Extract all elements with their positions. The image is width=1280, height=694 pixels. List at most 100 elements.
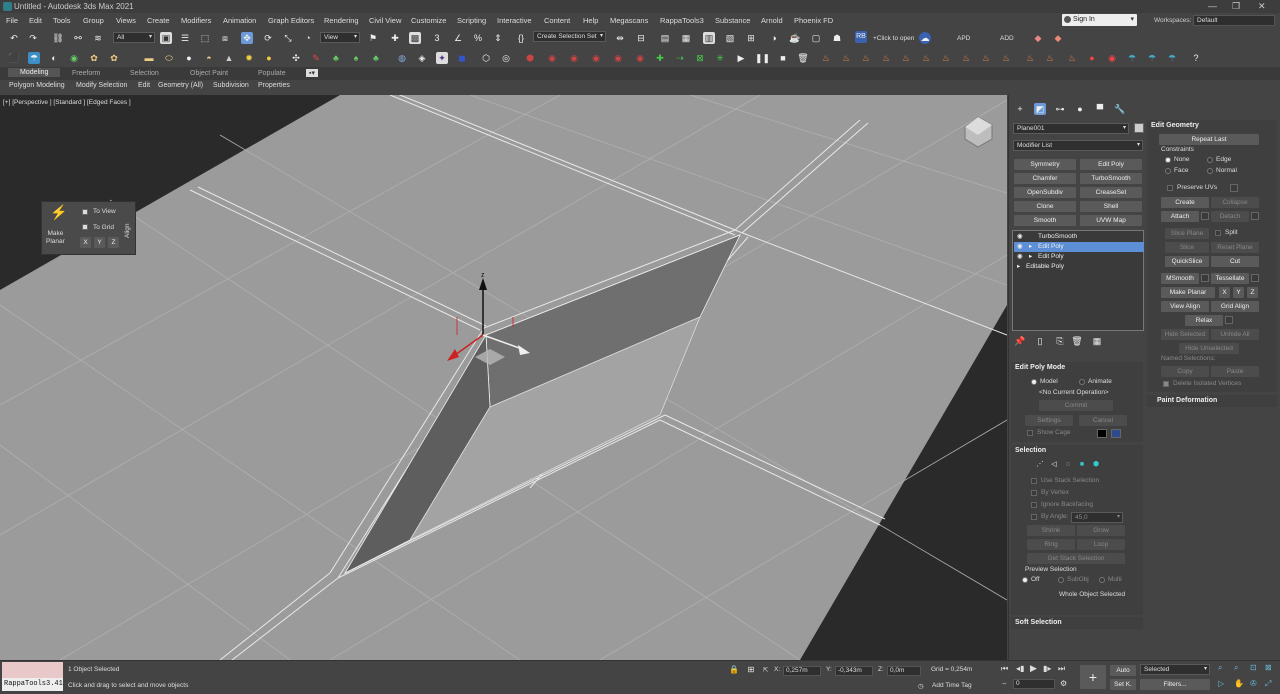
selection-title[interactable]: Selection [1015, 447, 1046, 454]
plugin-b-icon[interactable]: ◆ [1052, 32, 1064, 44]
edit-named-sets-icon[interactable]: {} [515, 32, 527, 44]
layer-explorer-icon[interactable]: ▦ [680, 32, 692, 44]
menu-megascans[interactable]: Megascans [610, 16, 648, 25]
lock-icon[interactable]: 🔒 [728, 664, 740, 676]
select-by-name-icon[interactable]: ☰ [179, 32, 191, 44]
viewport-label[interactable]: [+] [Perspective ] [Standard ] [Edged Fa… [3, 99, 131, 106]
scene-explorer-icon[interactable]: ▤ [659, 32, 671, 44]
edit-poly-button[interactable]: Edit Poly [1080, 159, 1142, 170]
tool-s-icon[interactable]: ◉ [546, 52, 558, 64]
mirror-icon[interactable]: ⇹ [614, 32, 626, 44]
apd-button[interactable]: APD [957, 35, 970, 42]
close-button[interactable]: ✕ [1258, 1, 1266, 12]
tool-h-icon[interactable]: ✎ [310, 52, 322, 64]
quickslice-button[interactable]: QuickSlice [1165, 256, 1209, 267]
tool-aa-icon[interactable]: ✳ [714, 52, 726, 64]
tab-modeling[interactable]: Modeling [8, 68, 61, 77]
maxscript-mini-input[interactable]: RappaTools3.41 [2, 678, 63, 691]
menu-group[interactable]: Group [83, 16, 104, 25]
menu-modifiers[interactable]: Modifiers [181, 16, 211, 25]
create-tab-icon[interactable]: + [1014, 103, 1026, 115]
time-config-icon[interactable]: ⚙ [1060, 679, 1067, 688]
modifier-list-dropdown[interactable]: Modifier List [1013, 140, 1143, 151]
z-coordinate-field[interactable]: 0,0m [887, 666, 921, 676]
bind-spacewarp-icon[interactable]: ≋ [92, 32, 104, 44]
plane-primitive-icon[interactable]: ⬭ [163, 52, 175, 64]
viewport-scene[interactable]: z [0, 95, 1007, 660]
maxscript-listener[interactable] [2, 662, 63, 678]
water-c-icon[interactable]: ☂ [1166, 52, 1178, 64]
model-radio[interactable] [1031, 379, 1037, 385]
angle-spinner[interactable]: 45,0 [1071, 512, 1123, 523]
undo-icon[interactable]: ↶ [8, 32, 20, 44]
tool-z-icon[interactable]: ⊠ [694, 52, 706, 64]
set-key-button[interactable]: + [1080, 665, 1106, 689]
configure-sets-icon[interactable]: ▦ [1091, 335, 1103, 347]
collapse-button[interactable]: Collapse [1211, 197, 1259, 208]
preview-multi-radio[interactable] [1099, 577, 1105, 583]
tool-d-icon[interactable]: ◉ [68, 52, 80, 64]
fire-c-icon[interactable]: ♨ [860, 52, 872, 64]
fire-h-icon[interactable]: ♨ [960, 52, 972, 64]
fire-e-icon[interactable]: ♨ [900, 52, 912, 64]
tool-y-icon[interactable]: ⇢ [674, 52, 686, 64]
grow-button[interactable]: Grow [1077, 525, 1125, 536]
go-to-start-icon[interactable]: ⏮ [1001, 664, 1008, 674]
pause-icon[interactable]: ❚❚ [755, 52, 770, 64]
constraint-normal-radio[interactable] [1207, 168, 1213, 174]
to-view-label[interactable]: To View [93, 208, 116, 215]
menu-animation[interactable]: Animation [223, 16, 256, 25]
remove-modifier-icon[interactable]: 🗑 [1071, 335, 1083, 347]
zoom-extents-all-icon[interactable]: ⊠ [1265, 663, 1272, 672]
planar-z-button[interactable]: Z [1247, 287, 1258, 298]
panel-polygon-modeling[interactable]: Polygon Modeling [9, 82, 65, 89]
workspace-select[interactable]: Default [1193, 15, 1275, 26]
angle-snap-icon[interactable]: ∠ [452, 32, 464, 44]
to-view-icon[interactable] [82, 209, 88, 215]
element-mode-icon[interactable]: ⬢ [1091, 459, 1101, 469]
go-to-end-icon[interactable]: ⏭ [1058, 664, 1065, 674]
attach-button[interactable]: Attach [1161, 211, 1199, 222]
expand-icon[interactable]: ▸ [1029, 242, 1032, 252]
link-icon[interactable]: ⛓ [52, 32, 64, 44]
trash-icon[interactable]: 🗑 [797, 52, 809, 64]
detach-button[interactable]: Detach [1211, 211, 1249, 222]
zoom-icon[interactable]: ⌕ [1218, 663, 1222, 673]
tool-r-icon[interactable]: ⬢ [524, 52, 536, 64]
add-time-tag[interactable]: Add Time Tag [932, 682, 972, 689]
cloud-icon[interactable]: ☁ [919, 32, 931, 44]
tab-freeform[interactable]: Freeform [72, 70, 100, 77]
fire-m-icon[interactable]: ♨ [1066, 52, 1078, 64]
tool-p-icon[interactable]: ⬡ [480, 52, 492, 64]
to-grid-icon[interactable] [82, 224, 88, 230]
panel-modify-selection[interactable]: Modify Selection [76, 82, 127, 89]
transform-mode-icon[interactable]: ⇱ [763, 666, 768, 674]
shell-button[interactable]: Shell [1080, 201, 1142, 212]
view-align-button[interactable]: View Align [1161, 301, 1209, 312]
align-x-button[interactable]: X [80, 237, 91, 248]
border-mode-icon[interactable]: ◌ [1063, 459, 1073, 469]
play-icon[interactable]: ▶ [735, 52, 747, 64]
constraint-face-radio[interactable] [1165, 168, 1171, 174]
pivot-icon[interactable]: ⚑ [367, 32, 379, 44]
repeat-last-button[interactable]: Repeat Last [1159, 134, 1259, 145]
modify-tab-icon[interactable]: ◩ [1034, 103, 1046, 115]
tab-selection[interactable]: Selection [130, 70, 159, 77]
vertex-mode-icon[interactable]: ⋰ [1035, 459, 1045, 469]
tool-j-icon[interactable]: ♠ [350, 52, 362, 64]
edit-geometry-title[interactable]: Edit Geometry [1151, 122, 1199, 129]
grid-align-button[interactable]: Grid Align [1211, 301, 1259, 312]
menu-scripting[interactable]: Scripting [457, 16, 486, 25]
move-icon[interactable]: ✥ [241, 32, 253, 44]
zoom-extents-icon[interactable]: ⊡ [1250, 663, 1257, 672]
pin-stack-icon[interactable]: 📌 [1014, 335, 1026, 347]
key-filters-button[interactable]: Filters... [1140, 679, 1210, 690]
relax-settings-icon[interactable] [1225, 316, 1233, 324]
show-cage-checkbox[interactable] [1027, 430, 1033, 436]
water-b-icon[interactable]: ☂ [1146, 52, 1158, 64]
make-planar-icon[interactable]: ⚡ [50, 205, 67, 219]
play-animation-icon[interactable]: ▶ [1030, 663, 1037, 674]
menu-tools[interactable]: Tools [53, 16, 71, 25]
fov-icon[interactable]: ▷ [1218, 679, 1224, 688]
tab-object-paint[interactable]: Object Paint [190, 70, 228, 77]
